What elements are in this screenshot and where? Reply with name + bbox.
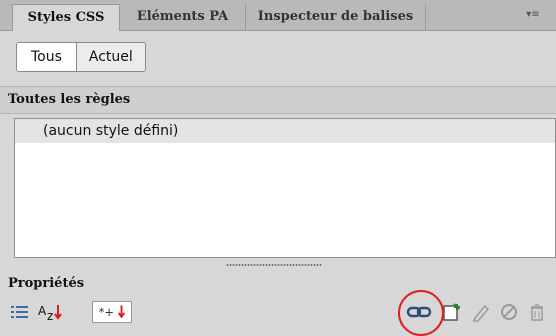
- properties-title: Propriétés: [8, 276, 85, 291]
- list-item[interactable]: (aucun style défini): [15, 119, 555, 143]
- delete-css-rule-icon[interactable]: [526, 301, 548, 323]
- highlight-circle: [398, 290, 444, 336]
- panel-tab-bar: Styles CSS Eléments PA Inspecteur de bal…: [0, 0, 556, 31]
- toggle-all-button[interactable]: Tous: [17, 43, 77, 71]
- svg-text:*+: *+: [99, 305, 114, 319]
- svg-text:z: z: [47, 309, 53, 323]
- tab-styles-css[interactable]: Styles CSS: [12, 4, 120, 31]
- alphabetical-view-icon[interactable]: A z: [36, 301, 86, 323]
- tab-elements-pa[interactable]: Eléments PA: [120, 4, 246, 30]
- css-styles-panel: Styles CSS Eléments PA Inspecteur de bal…: [0, 0, 556, 336]
- svg-text:A: A: [38, 304, 47, 318]
- edit-style-icon[interactable]: [470, 301, 492, 323]
- toggle-current-button[interactable]: Actuel: [77, 43, 145, 71]
- mode-toggle: Tous Actuel: [16, 42, 146, 72]
- category-view-icon[interactable]: [8, 301, 32, 323]
- rules-section-title: Toutes les règles: [0, 86, 556, 114]
- set-properties-icon[interactable]: *+: [92, 301, 132, 323]
- disable-css-property-icon[interactable]: [498, 301, 520, 323]
- splitter-grip[interactable]: [226, 263, 322, 267]
- panel-menu-icon[interactable]: ▾≡: [524, 9, 542, 21]
- rules-list[interactable]: (aucun style défini): [14, 118, 556, 258]
- tab-tag-inspector[interactable]: Inspecteur de balises: [246, 4, 426, 30]
